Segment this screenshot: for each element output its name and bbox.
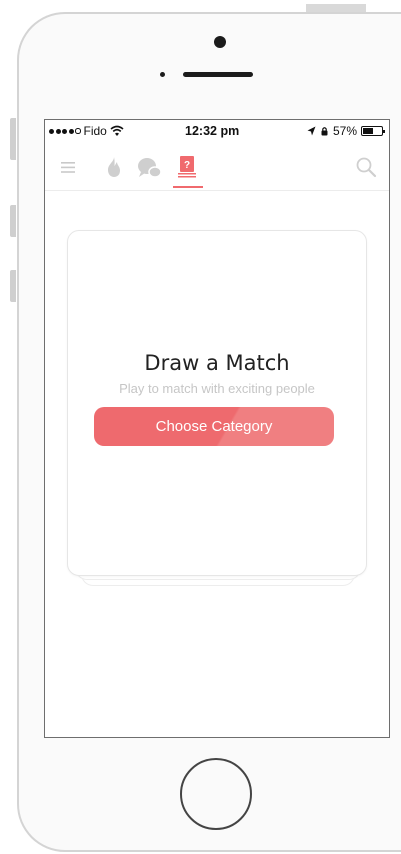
home-button[interactable] xyxy=(180,758,252,830)
status-bar: Fido 12:32 pm 57% xyxy=(45,120,389,142)
earpiece-speaker xyxy=(183,72,253,77)
status-time: 12:32 pm xyxy=(185,124,240,138)
card-title: Draw a Match xyxy=(144,351,290,375)
battery-percentage: 57% xyxy=(332,124,357,138)
front-camera xyxy=(214,36,226,48)
carrier-name: Fido xyxy=(83,124,107,138)
battery-icon xyxy=(361,126,385,136)
proximity-sensor xyxy=(160,72,165,77)
match-card-stack: Draw a Match Play to match with exciting… xyxy=(67,230,367,586)
svg-text:?: ? xyxy=(184,160,190,171)
search-icon[interactable] xyxy=(355,156,377,178)
mute-switch xyxy=(10,118,16,160)
question-card-icon[interactable]: ? xyxy=(176,155,198,179)
chat-bubbles-icon[interactable] xyxy=(137,157,165,179)
signal-strength-icon xyxy=(49,128,81,134)
choose-category-button[interactable]: Choose Category xyxy=(94,407,334,446)
volume-up-button xyxy=(10,205,16,237)
nav-bar: ? xyxy=(45,146,389,191)
active-tab-indicator xyxy=(173,186,203,188)
power-button xyxy=(306,4,366,12)
draw-match-card: Draw a Match Play to match with exciting… xyxy=(67,230,367,576)
menu-icon[interactable] xyxy=(61,162,75,173)
flame-icon[interactable] xyxy=(105,156,123,178)
location-arrow-icon xyxy=(307,126,316,136)
wifi-icon xyxy=(110,125,124,136)
status-right: 57% xyxy=(307,124,385,138)
volume-down-button xyxy=(10,270,16,302)
phone-screen: Fido 12:32 pm 57% ? Draw a Match Play to… xyxy=(44,119,390,738)
card-subtitle: Play to match with exciting people xyxy=(119,381,315,396)
status-left: Fido xyxy=(49,124,124,138)
rotation-lock-icon xyxy=(321,127,328,136)
device-mockup: Fido 12:32 pm 57% ? Draw a Match Play to… xyxy=(0,0,401,854)
